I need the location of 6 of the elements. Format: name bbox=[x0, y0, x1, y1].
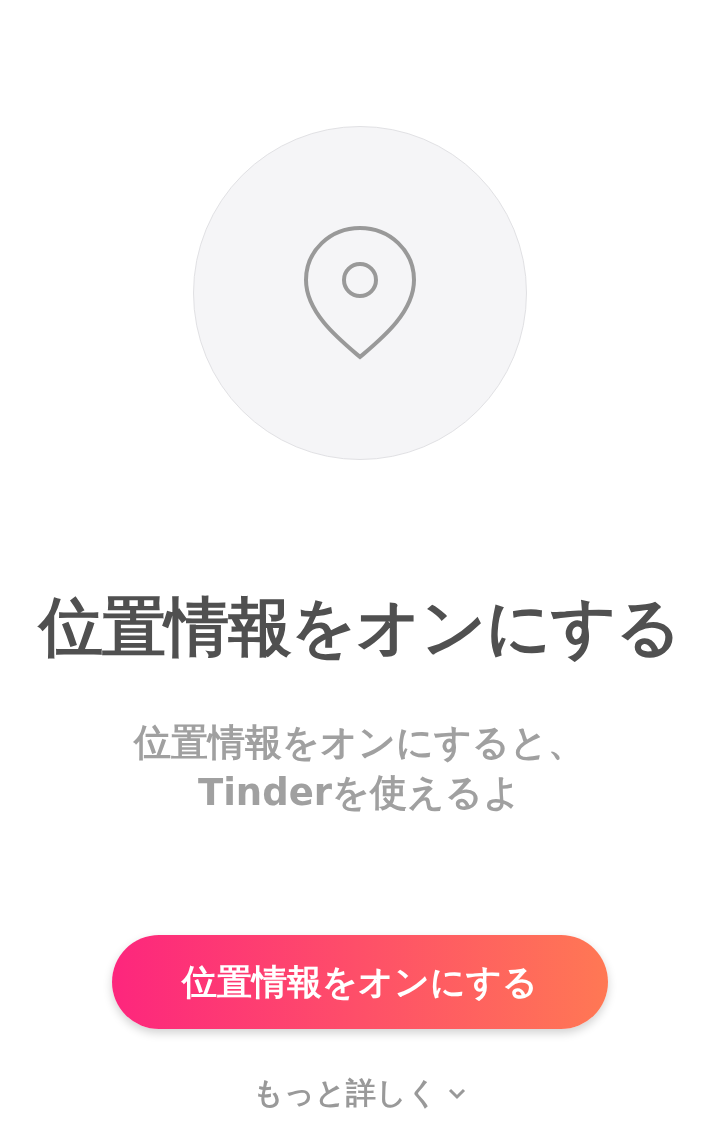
location-pin-icon bbox=[301, 225, 418, 361]
learn-more-link[interactable]: もっと詳しく bbox=[253, 1073, 466, 1114]
description: 位置情報をオンにすると、 Tinderを使えるよ bbox=[134, 720, 585, 816]
enable-location-button[interactable]: 位置情報をオンにする bbox=[111, 935, 608, 1029]
title: 位置情報をオンにする bbox=[38, 590, 681, 664]
chevron-down-icon bbox=[448, 1087, 466, 1100]
